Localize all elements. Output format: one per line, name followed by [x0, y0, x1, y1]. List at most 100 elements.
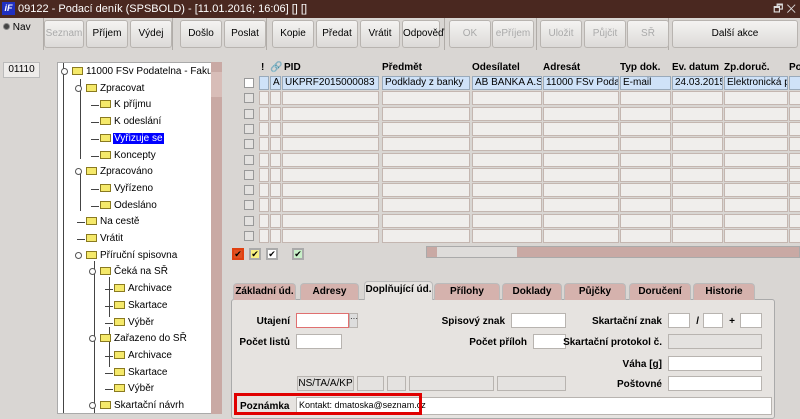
column-header[interactable]: Poc [789, 62, 800, 73]
filter-checkbox-3[interactable]: ✔ [292, 248, 304, 260]
tree-scrollbar[interactable] [211, 62, 222, 414]
table-cell[interactable] [282, 152, 379, 167]
ns-field-3[interactable] [409, 376, 494, 391]
tab-6[interactable]: Doručení [629, 283, 691, 300]
table-cell[interactable] [672, 198, 723, 213]
table-cell[interactable] [259, 137, 269, 152]
table-cell[interactable] [282, 229, 379, 243]
row-checkbox[interactable] [244, 200, 254, 211]
toolbar-button-6[interactable]: Předat [316, 20, 358, 48]
toolbar-button-9[interactable]: OK [449, 20, 491, 48]
table-cell[interactable] [472, 106, 542, 121]
row-checkbox[interactable] [244, 154, 254, 165]
table-cell[interactable] [724, 198, 788, 213]
table-cell[interactable] [259, 106, 269, 121]
table-cell[interactable] [270, 198, 281, 213]
row-checkbox[interactable] [244, 169, 254, 180]
tree-node[interactable]: Skartace [114, 366, 168, 380]
table-cell[interactable] [259, 152, 269, 167]
table-cell[interactable] [282, 213, 379, 228]
column-header[interactable]: Adresát [543, 62, 580, 73]
toolbar-button-13[interactable]: SŘ [627, 20, 669, 48]
table-cell[interactable] [259, 198, 269, 213]
table-cell[interactable] [382, 213, 470, 228]
table-cell[interactable]: UKPRF2015000083 [282, 76, 379, 90]
column-header[interactable]: ! [261, 62, 264, 73]
tree-node[interactable]: Odesláno [100, 199, 158, 213]
tree-node[interactable]: Koncepty [100, 149, 157, 163]
skartacni-znak-input-1[interactable] [668, 313, 690, 328]
table-cell[interactable] [282, 106, 379, 121]
table-cell[interactable] [382, 137, 470, 152]
table-cell[interactable] [789, 229, 800, 243]
ns-ta-a-kp-button[interactable]: NS/TA/A/KP [297, 376, 354, 391]
table-cell[interactable] [382, 198, 470, 213]
table-cell[interactable] [543, 198, 619, 213]
toolbar-button-1[interactable]: Příjem [86, 20, 128, 48]
table-cell[interactable] [382, 167, 470, 182]
table-cell[interactable] [724, 106, 788, 121]
table-cell[interactable] [270, 106, 281, 121]
table-cell[interactable] [620, 229, 671, 243]
toolbar-button-10[interactable]: ePříjem [492, 20, 534, 48]
tab-0[interactable]: Základní úd. [233, 283, 296, 300]
tab-3[interactable]: Přílohy [434, 283, 500, 300]
table-cell[interactable] [543, 167, 619, 182]
table-cell[interactable] [472, 91, 542, 106]
code-button[interactable]: 01110 [3, 62, 40, 78]
table-cell[interactable] [724, 183, 788, 198]
table-cell[interactable] [259, 183, 269, 198]
table-cell[interactable] [620, 183, 671, 198]
column-header[interactable]: Odesílatel [472, 62, 520, 73]
row-checkbox[interactable] [244, 123, 254, 134]
table-cell[interactable] [789, 106, 800, 121]
table-cell[interactable]: AB BANKA A.S. ( [472, 76, 542, 90]
row-checkbox[interactable] [244, 108, 254, 119]
utajeni-input[interactable] [296, 313, 349, 328]
table-cell[interactable] [620, 167, 671, 182]
table-cell[interactable] [382, 121, 470, 136]
table-cell[interactable] [789, 121, 800, 136]
table-cell[interactable] [472, 183, 542, 198]
toolbar-button-5[interactable]: Kopie [272, 20, 314, 48]
ns-field-4[interactable] [497, 376, 566, 391]
document-grid[interactable]: ! 🔗 PID Předmět Odesílatel Adresát Typ dok. Ev.… [232, 58, 800, 244]
vaha-input[interactable] [668, 356, 762, 371]
row-checkbox[interactable] [244, 231, 254, 241]
table-cell[interactable] [259, 121, 269, 136]
table-cell[interactable] [472, 137, 542, 152]
table-cell[interactable] [672, 183, 723, 198]
table-cell[interactable] [270, 91, 281, 106]
table-cell[interactable] [724, 137, 788, 152]
table-cell[interactable] [382, 152, 470, 167]
filter-checkbox-0[interactable]: ✔ [232, 248, 244, 260]
table-cell[interactable] [543, 121, 619, 136]
table-cell[interactable] [472, 121, 542, 136]
tree-node[interactable]: Skartační návrh [100, 399, 185, 413]
tree-node[interactable]: Archivace [114, 282, 173, 296]
table-cell[interactable] [270, 213, 281, 228]
tree-node[interactable]: Vrátit [86, 232, 124, 246]
table-cell[interactable] [543, 137, 619, 152]
table-cell[interactable] [259, 91, 269, 106]
tab-4[interactable]: Doklady [502, 283, 562, 300]
table-cell[interactable] [724, 229, 788, 243]
nav-radio[interactable]: Nav [3, 22, 31, 33]
table-cell[interactable] [259, 76, 269, 90]
spisovy-znak-input[interactable] [511, 313, 566, 328]
table-cell[interactable] [789, 152, 800, 167]
tree-node[interactable]: 11000 FSv Podatelna - Fakulta s [72, 65, 221, 79]
column-header[interactable]: Zp.doruč. [724, 62, 770, 73]
collapse-toggle-icon[interactable] [61, 68, 68, 75]
table-cell[interactable] [282, 183, 379, 198]
tree-node[interactable]: Zpracovat [86, 82, 145, 96]
table-cell[interactable] [672, 121, 723, 136]
tree-node[interactable]: Výběr [114, 316, 155, 330]
table-cell[interactable] [724, 167, 788, 182]
tree-node[interactable]: Na cestě [86, 215, 140, 229]
skartacni-znak-input-2[interactable] [703, 313, 723, 328]
table-cell[interactable] [620, 121, 671, 136]
tab-1[interactable]: Adresy [300, 283, 359, 300]
table-cell[interactable] [672, 229, 723, 243]
column-header[interactable]: PID [284, 62, 301, 73]
